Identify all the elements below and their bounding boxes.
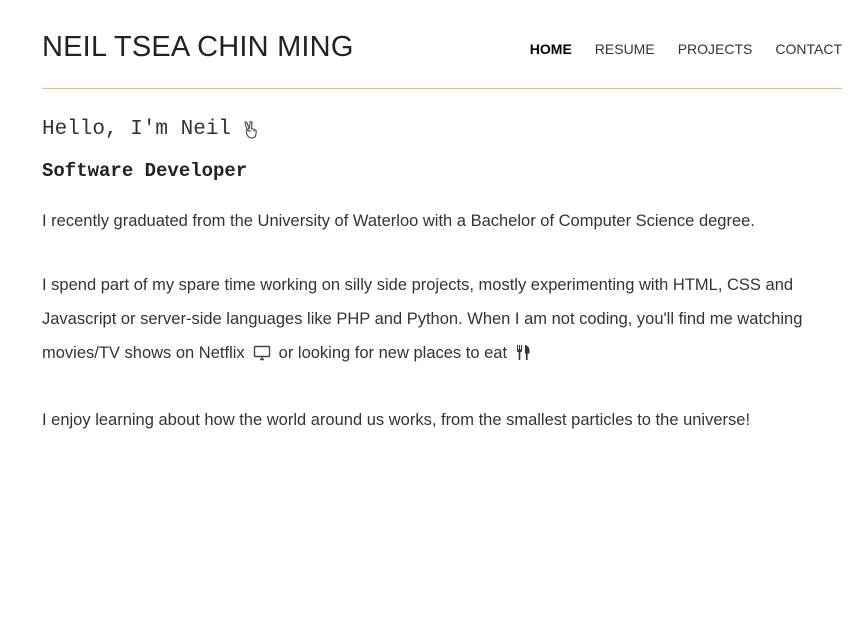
greeting-heading: Hello, I'm Neil: [42, 116, 832, 144]
nav-projects[interactable]: PROJECTS: [678, 41, 753, 57]
role-heading: Software Developer: [42, 160, 248, 182]
page: NEIL TSEA CHIN MING HOME RESUME PROJECTS…: [0, 0, 863, 621]
nav-home[interactable]: HOME: [530, 41, 572, 57]
interests-paragraph: I enjoy learning about how the world aro…: [42, 411, 751, 429]
main-nav: HOME RESUME PROJECTS CONTACT: [530, 41, 842, 57]
intro-paragraph: I recently graduated from the University…: [42, 212, 755, 230]
monitor-icon: [253, 339, 271, 373]
victory-hand-icon: [241, 120, 261, 140]
fork-knife-icon: [515, 339, 531, 373]
greeting-text: Hello, I'm Neil: [42, 118, 232, 141]
hobbies-paragraph: I spend part of my spare time working on…: [42, 268, 832, 373]
site-title[interactable]: NEIL TSEA CHIN MING: [42, 31, 354, 64]
nav-contact[interactable]: CONTACT: [775, 41, 842, 57]
hobbies-text-2: or looking for new places to eat: [278, 344, 508, 362]
site-header: NEIL TSEA CHIN MING HOME RESUME PROJECTS…: [42, 28, 842, 89]
nav-resume[interactable]: RESUME: [595, 41, 655, 57]
main-content: Hello, I'm Neil Software Developer I rec…: [42, 116, 832, 437]
